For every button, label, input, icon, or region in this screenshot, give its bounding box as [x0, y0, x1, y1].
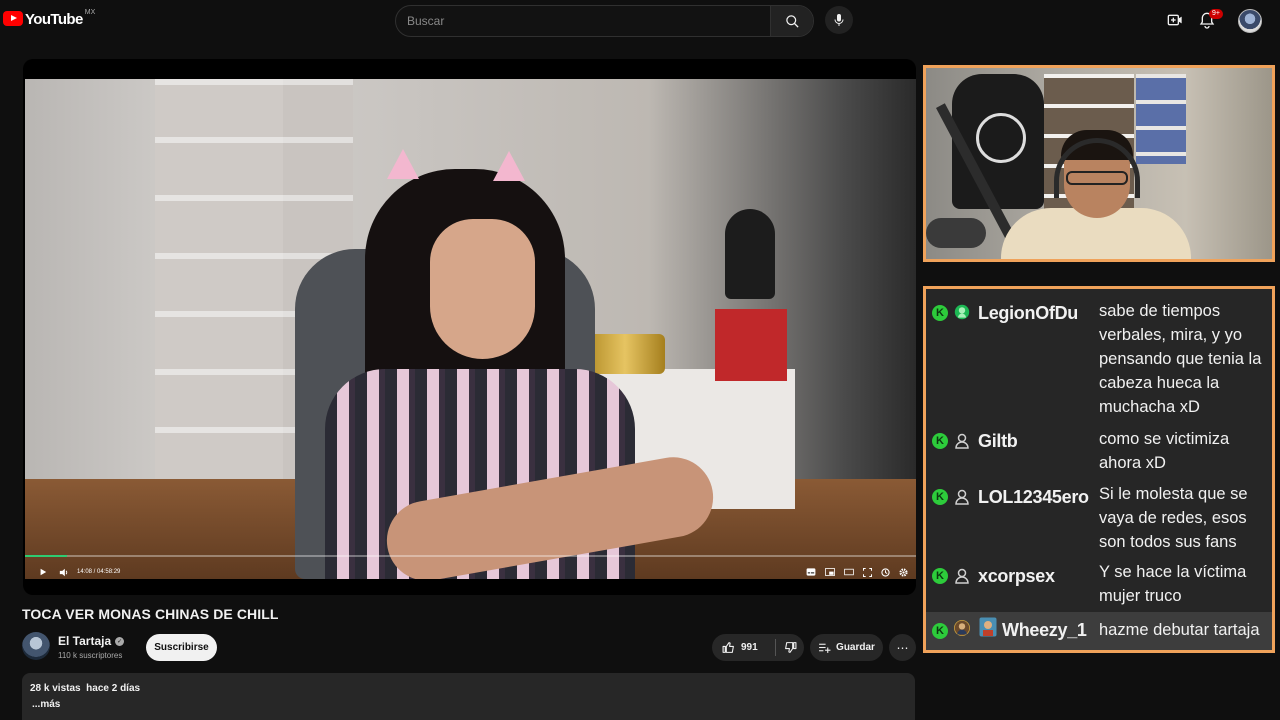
search-input[interactable] — [396, 6, 770, 36]
progress-fill — [25, 555, 67, 557]
chat-message-text: Si le molesta que se vaya de redes, esos… — [1099, 485, 1248, 551]
volume-button[interactable] — [59, 568, 69, 577]
play-button[interactable] — [39, 568, 47, 576]
chat-message: K LegionOfDu sabe de tiempos verbales, m… — [926, 289, 1272, 419]
championship-belt — [585, 334, 665, 374]
voice-search-button[interactable] — [825, 6, 853, 34]
youtube-play-icon — [3, 11, 23, 26]
subtitles-icon — [806, 568, 816, 576]
chat-username: LegionOfDu — [978, 303, 1078, 323]
search-box — [395, 5, 814, 37]
miniplayer-button[interactable] — [825, 568, 835, 576]
create-button[interactable] — [1166, 11, 1184, 29]
chat-message-text: como se victimiza ahora xD — [1099, 430, 1230, 472]
timer-icon — [881, 567, 890, 577]
thumbs-down-icon — [784, 642, 796, 653]
search-button[interactable] — [770, 6, 813, 36]
chat-username: Giltb — [978, 431, 1018, 451]
subscriber-count: 110 k suscriptores — [58, 651, 123, 660]
settings-button[interactable] — [899, 567, 908, 577]
kick-badge-icon: K — [932, 568, 948, 584]
toy-figure — [725, 209, 775, 299]
miniplayer-icon — [825, 568, 835, 576]
thumbs-up-icon — [722, 642, 734, 653]
streamer-face — [430, 219, 535, 359]
theater-icon — [844, 568, 854, 576]
views-and-date: 28 k vistas hace 2 días — [30, 683, 141, 694]
description-box[interactable]: 28 k vistas hace 2 días ...más — [22, 673, 915, 720]
chat-message: K LOL12345ero Si le molesta que se vaya … — [926, 479, 1272, 555]
toy-box — [715, 309, 787, 381]
more-horizontal-icon: ⋯ — [896, 640, 909, 655]
photo-avatar-icon — [954, 620, 970, 636]
like-button[interactable]: 991 — [712, 641, 767, 654]
video-frame[interactable] — [25, 79, 916, 579]
green-avatar-icon — [954, 304, 970, 320]
volume-icon — [59, 568, 68, 576]
playlist-add-icon — [819, 643, 831, 653]
like-count: 991 — [741, 642, 758, 653]
fullscreen-button[interactable] — [863, 567, 872, 577]
kick-badge-icon: K — [932, 623, 948, 639]
chat-message-text: sabe de tiempos verbales, mira, y yo pen… — [1099, 302, 1262, 416]
user-icon — [954, 433, 970, 449]
player-controls-right — [806, 562, 908, 582]
fullscreen-icon — [863, 567, 872, 577]
save-label: Guardar — [836, 642, 875, 653]
chat-message-text: Y se hace la víctima mujer truco — [1099, 563, 1247, 605]
chat-username: xcorpsex — [978, 566, 1055, 586]
region-code: MX — [84, 9, 96, 16]
channel-name: El Tartaja — [58, 634, 112, 648]
channel-name-link[interactable]: El Tartaja ✓ — [58, 634, 125, 648]
video-player[interactable]: 14:08 / 04:58:29 — [23, 59, 916, 595]
verified-icon: ✓ — [115, 636, 125, 646]
chat-username: LOL12345ero — [978, 487, 1089, 507]
more-actions-button[interactable]: ⋯ — [889, 634, 916, 661]
dislike-button[interactable] — [776, 641, 804, 654]
kick-badge-icon: K — [932, 305, 948, 321]
figure-shelf — [1136, 74, 1186, 164]
microphone — [926, 218, 986, 248]
player-controls: 14:08 / 04:58:29 — [23, 562, 916, 582]
top-bar: YouTube MX 9+ — [0, 0, 1280, 40]
kick-badge-icon: K — [932, 433, 948, 449]
save-button[interactable]: Guardar — [810, 634, 883, 661]
subtitles-button[interactable] — [806, 568, 816, 576]
chat-message-text: hazme debutar tartaja — [1099, 621, 1260, 639]
user-icon — [954, 489, 970, 505]
search-icon — [785, 14, 799, 28]
user-icon — [954, 568, 970, 584]
progress-bar[interactable] — [25, 555, 916, 557]
kick-badge-icon: K — [932, 489, 948, 505]
time-display: 14:08 / 04:58:29 — [77, 569, 121, 575]
cat-ear — [493, 151, 525, 181]
jacket-emblem — [976, 113, 1026, 163]
logo-text: YouTube — [25, 11, 83, 28]
webcam-overlay — [923, 65, 1275, 262]
chat-message-highlighted: K Wheezy_1 hazme debutar tartaja — [926, 612, 1272, 650]
play-icon — [40, 568, 47, 576]
notification-badge: 9+ — [1209, 9, 1223, 19]
gear-icon — [899, 567, 908, 577]
like-dislike-group: 991 — [712, 634, 804, 661]
show-more-link[interactable]: ...más — [32, 699, 60, 710]
chat-message: K Giltb como se victimiza ahora xD — [926, 423, 1272, 477]
mic-icon — [834, 14, 844, 26]
cast-button[interactable] — [881, 567, 890, 577]
sub-badge-icon — [978, 617, 998, 637]
chat-message: K xcorpsex Y se hace la víctima mujer tr… — [926, 557, 1272, 609]
youtube-logo[interactable]: YouTube MX — [3, 9, 96, 28]
cat-ear — [387, 149, 419, 179]
create-icon — [1167, 14, 1182, 26]
account-avatar[interactable] — [1238, 9, 1262, 33]
shoe-shelf — [155, 79, 285, 499]
chat-username: Wheezy_1 — [1002, 620, 1087, 640]
chat-overlay: K LegionOfDu sabe de tiempos verbales, m… — [923, 286, 1275, 653]
channel-avatar[interactable] — [22, 632, 50, 660]
theater-mode-button[interactable] — [844, 568, 854, 576]
glasses — [1066, 171, 1128, 185]
video-title: TOCA VER MONAS CHINAS DE CHILL — [22, 606, 279, 622]
subscribe-button[interactable]: Suscribirse — [146, 634, 217, 661]
